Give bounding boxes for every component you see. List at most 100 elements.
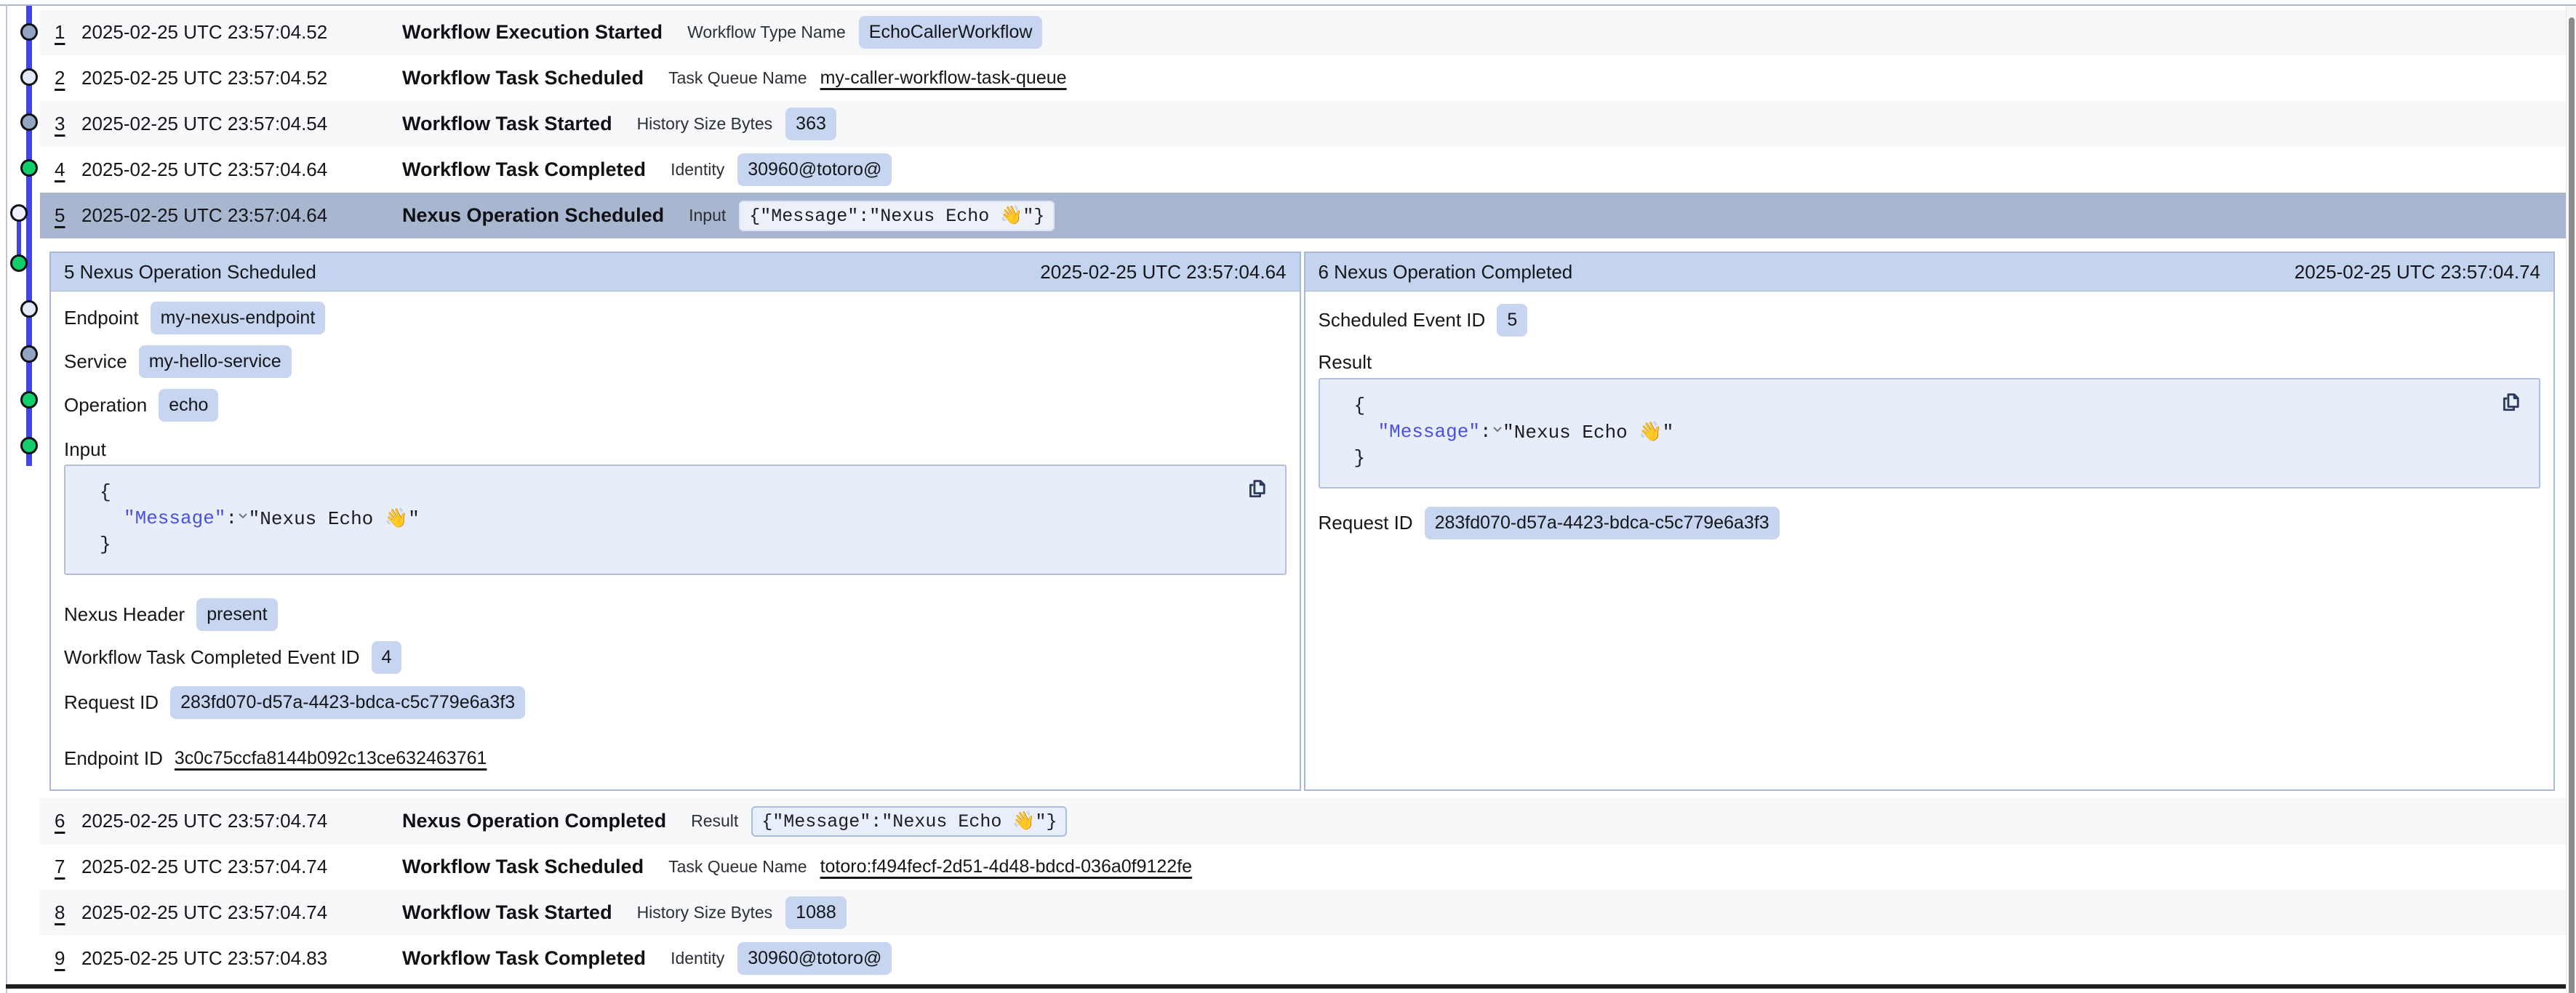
event-id-link[interactable]: 6 — [40, 810, 81, 832]
event-row[interactable]: 6 2025-02-25 UTC 23:57:04.74 Nexus Opera… — [40, 798, 2567, 844]
panel-title: 5 Nexus Operation Scheduled — [64, 261, 316, 284]
event-row[interactable]: 4 2025-02-25 UTC 23:57:04.64 Workflow Ta… — [40, 147, 2567, 193]
chevron-down-icon[interactable] — [77, 485, 250, 550]
scrollbar-track[interactable] — [2566, 6, 2576, 993]
event-time: 2025-02-25 UTC 23:57:04.52 — [81, 67, 402, 89]
panel-header: 5 Nexus Operation Scheduled 2025-02-25 U… — [51, 253, 1300, 292]
event-dot-7 — [22, 302, 37, 317]
event-detail-value: EchoCallerWorkflow — [859, 16, 1043, 49]
event-id-link[interactable]: 1 — [40, 21, 81, 44]
event-time: 2025-02-25 UTC 23:57:04.54 — [81, 113, 402, 135]
task-queue-link[interactable]: my-caller-workflow-task-queue — [820, 68, 1067, 89]
copy-icon[interactable] — [1244, 476, 1269, 501]
event-time: 2025-02-25 UTC 23:57:04.64 — [81, 204, 402, 227]
panel-body: Scheduled Event ID 5 Result { "Message":… — [1305, 292, 2554, 789]
event-dot-1 — [22, 25, 37, 40]
event-row[interactable]: 8 2025-02-25 UTC 23:57:04.74 Workflow Ta… — [40, 890, 2567, 936]
endpoint-id-link[interactable]: 3c0c75ccfa8144b092c13ce632463761 — [175, 748, 487, 769]
event-dot-3 — [22, 115, 37, 130]
field-value-badge: echo — [159, 389, 218, 422]
panel-nexus-operation-scheduled: 5 Nexus Operation Scheduled 2025-02-25 U… — [49, 252, 1301, 791]
panel-nexus-operation-completed: 6 Nexus Operation Completed 2025-02-25 U… — [1304, 252, 2556, 791]
event-name: Workflow Task Started — [402, 901, 612, 924]
event-detail-label: Workflow Type Name — [687, 23, 846, 42]
json-value: "Nexus Echo 👋" — [1503, 421, 1673, 443]
event-name: Nexus Operation Scheduled — [402, 204, 664, 227]
input-section-label: Input — [64, 438, 1287, 460]
event-id-link[interactable]: 2 — [40, 67, 81, 89]
field-value-badge: 5 — [1497, 304, 1527, 337]
event-list-top: 1 2025-02-25 UTC 23:57:04.52 Workflow Ex… — [40, 9, 2567, 238]
field-service: Service my-hello-service — [64, 345, 1287, 378]
event-dot-9 — [22, 393, 37, 408]
event-detail-json: {"Message":"Nexus Echo 👋"} — [751, 806, 1067, 837]
chevron-down-icon[interactable] — [1332, 398, 1505, 464]
panel-title: 6 Nexus Operation Completed — [1319, 261, 1573, 284]
event-name: Workflow Task Started — [402, 113, 612, 135]
event-dot-10 — [22, 438, 37, 454]
field-scheduled-event-id: Scheduled Event ID 5 — [1319, 304, 2541, 337]
event-row[interactable]: 9 2025-02-25 UTC 23:57:04.83 Workflow Ta… — [40, 936, 2567, 981]
field-endpoint-id: Endpoint ID 3c0c75ccfa8144b092c13ce63246… — [64, 747, 1287, 770]
field-nexus-header: Nexus Header present — [64, 598, 1287, 631]
event-time: 2025-02-25 UTC 23:57:04.64 — [81, 158, 402, 181]
event-id-link[interactable]: 3 — [40, 113, 81, 135]
event-dot-8 — [22, 347, 37, 362]
event-dot-5 — [12, 206, 27, 221]
event-row[interactable]: 7 2025-02-25 UTC 23:57:04.74 Workflow Ta… — [40, 844, 2567, 890]
event-id-link[interactable]: 4 — [40, 158, 81, 181]
event-detail-label: Task Queue Name — [668, 68, 807, 88]
field-value-badge: 283fd070-d57a-4423-bdca-c5c779e6a3f3 — [170, 686, 525, 719]
result-json-block: { "Message": "Nexus Echo 👋" } — [1319, 378, 2541, 489]
event-detail-label: History Size Bytes — [637, 903, 773, 922]
event-detail-value: 30960@totoro@ — [737, 153, 892, 186]
input-json-block: { "Message": "Nexus Echo 👋" } — [64, 465, 1287, 575]
top-border — [0, 4, 2576, 6]
event-detail-json: {"Message":"Nexus Echo 👋"} — [739, 201, 1055, 231]
event-row[interactable]: 2 2025-02-25 UTC 23:57:04.52 Workflow Ta… — [40, 55, 2567, 101]
field-value-badge: my-hello-service — [139, 345, 292, 378]
event-list-bottom: 6 2025-02-25 UTC 23:57:04.74 Nexus Opera… — [40, 798, 2567, 981]
field-operation: Operation echo — [64, 389, 1287, 422]
event-id-link[interactable]: 8 — [40, 901, 81, 924]
field-value-badge: my-nexus-endpoint — [151, 302, 326, 334]
event-time: 2025-02-25 UTC 23:57:04.74 — [81, 810, 402, 832]
event-id-link[interactable]: 9 — [40, 947, 81, 970]
field-endpoint: Endpoint my-nexus-endpoint — [64, 302, 1287, 334]
event-detail-group: 5 Nexus Operation Scheduled 2025-02-25 U… — [49, 252, 2555, 791]
event-id-link[interactable]: 5 — [40, 204, 81, 227]
event-dot-2 — [22, 70, 37, 85]
result-section-label: Result — [1319, 351, 2541, 373]
copy-icon[interactable] — [2498, 390, 2523, 414]
event-time: 2025-02-25 UTC 23:57:04.83 — [81, 947, 402, 970]
event-name: Workflow Task Scheduled — [402, 856, 644, 878]
event-row[interactable]: 1 2025-02-25 UTC 23:57:04.52 Workflow Ex… — [40, 9, 2567, 55]
task-queue-link[interactable]: totoro:f494fecf-2d51-4d48-bdcd-036a0f912… — [820, 856, 1193, 877]
field-workflow-task-completed-event-id: Workflow Task Completed Event ID 4 — [64, 641, 1287, 674]
event-dot-4 — [22, 161, 37, 176]
event-detail-value: 363 — [785, 108, 836, 140]
event-detail-label: Input — [689, 206, 726, 225]
event-id-link[interactable]: 7 — [40, 856, 81, 878]
workflow-history-page: 1 2025-02-25 UTC 23:57:04.52 Workflow Ex… — [0, 0, 2576, 993]
timeline-graph — [0, 0, 44, 494]
panel-body: Endpoint my-nexus-endpoint Service my-he… — [51, 292, 1300, 789]
horizontal-scrollbar[interactable] — [6, 984, 2567, 989]
event-detail-label: Identity — [671, 160, 724, 180]
panel-timestamp: 2025-02-25 UTC 23:57:04.74 — [2295, 261, 2540, 284]
event-detail-value: 30960@totoro@ — [737, 942, 892, 975]
event-name: Workflow Task Scheduled — [402, 67, 644, 89]
field-request-id: Request ID 283fd070-d57a-4423-bdca-c5c77… — [1319, 507, 2541, 539]
event-detail-value: 1088 — [785, 896, 847, 929]
event-detail-label: Result — [691, 811, 738, 831]
event-time: 2025-02-25 UTC 23:57:04.74 — [81, 901, 402, 924]
event-name: Workflow Task Completed — [402, 947, 646, 970]
event-detail-label: Identity — [671, 949, 724, 968]
scrollbar-thumb[interactable] — [2569, 17, 2575, 993]
json-value: "Nexus Echo 👋" — [249, 507, 420, 530]
field-value-badge: present — [196, 598, 277, 631]
event-name: Workflow Task Completed — [402, 158, 646, 181]
event-row-selected[interactable]: 5 2025-02-25 UTC 23:57:04.64 Nexus Opera… — [40, 193, 2567, 238]
event-time: 2025-02-25 UTC 23:57:04.74 — [81, 856, 402, 878]
event-row[interactable]: 3 2025-02-25 UTC 23:57:04.54 Workflow Ta… — [40, 101, 2567, 147]
